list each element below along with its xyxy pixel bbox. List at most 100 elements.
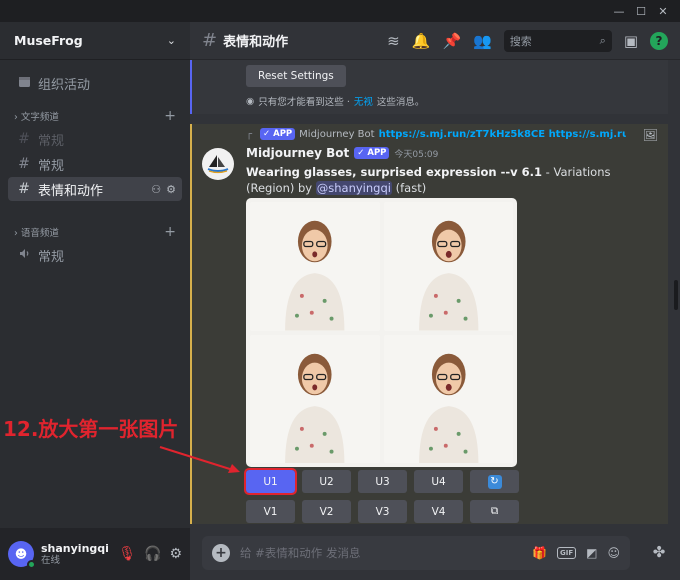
open-web-button[interactable]: ⧉ [470,500,519,523]
sidebar-item-label: 常规 [38,158,65,174]
close-button[interactable]: ✕ [652,3,674,19]
sidebar-item-general-muted[interactable]: # 常规 [8,127,182,151]
speaker-icon [16,247,32,264]
add-channel-icon[interactable]: + [164,224,176,240]
reply-link[interactable]: https://s.mj.run/zT7kHz5k8CE https://s.m… [379,129,626,140]
dismiss-link[interactable]: 无视 [354,94,373,108]
v1-button[interactable]: V1 [246,500,295,523]
message-timestamp: 今天05:09 [394,149,439,160]
category-label: › 文字频道 [14,112,59,123]
channel-header: # 表情和动作 ≋ 🔔 📌 👥 搜索 ⌕ ▣ ? [190,22,680,60]
search-icon: ⌕ [599,33,606,47]
mic-muted-icon[interactable]: 🎙 [118,546,136,562]
u1-button[interactable]: U1 [244,468,297,495]
user-panel: ☻ shanyingqi 在线 🎙 🎧 ⚙ [0,528,190,580]
sidebar-item-voice-general[interactable]: 常规 [8,243,182,267]
v2-button[interactable]: V2 [302,500,351,523]
sidebar-item-label: 常规 [38,249,65,265]
members-icon[interactable]: 👥 [473,32,492,50]
gif-icon[interactable]: GIF [557,547,577,559]
ephemeral-note: ◉ 只有您才能看到这些 · 无视 这些消息。 [246,94,424,109]
server-header[interactable]: MuseFrog ⌄ [0,22,190,60]
reset-settings-button[interactable]: Reset Settings [246,65,346,87]
message-content: Wearing glasses, surprised expression --… [246,164,646,196]
tutorial-annotation: 12.放大第一张图片 [3,417,179,441]
variation-button-row: V1 V2 V3 V4 ⧉ [246,500,519,523]
prompt-text: Wearing glasses, surprised expression --… [246,165,543,179]
highlighted-message: ┌ ✓ APP Midjourney Bot https://s.mj.run/… [190,124,668,524]
server-name: MuseFrog [14,33,83,48]
hash-icon: # [18,131,30,147]
add-channel-icon[interactable]: + [164,108,176,124]
maximize-button[interactable]: ☐ [630,3,652,19]
reply-curve-icon: ┌ [246,128,253,140]
u3-button[interactable]: U3 [358,470,407,493]
message-composer[interactable]: + 给 #表情和动作 发消息 🎁 GIF ◩ ☺ [202,536,630,570]
channel-title: 表情和动作 [223,35,289,50]
u2-button[interactable]: U2 [302,470,351,493]
header-toolbar: ≋ 🔔 📌 👥 搜索 ⌕ ▣ ? [387,29,668,52]
image-grid-attachment[interactable] [246,198,517,467]
grid-image-3 [250,334,380,463]
pin-icon[interactable]: 📌 [442,32,461,50]
help-icon[interactable]: ? [650,31,668,50]
headphones-icon[interactable]: 🎧 [144,546,161,562]
user-status: 在线 [41,554,61,566]
grid-image-1 [250,202,380,331]
v4-button[interactable]: V4 [414,500,463,523]
inbox-icon[interactable]: ▣ [624,32,638,50]
calendar-icon [16,75,32,92]
reply-reference[interactable]: ┌ ✓ APP Midjourney Bot https://s.mj.run/… [246,128,626,140]
bell-icon[interactable]: 🔔 [412,32,431,50]
message-header: Midjourney Bot ✓ APP 今天05:09 [246,146,438,160]
sticker-icon[interactable]: ◩ [586,546,597,560]
grid-image-4 [383,334,513,463]
minimize-button[interactable]: — [608,3,630,19]
app-badge: ✓ APP [260,128,296,140]
category-label: › 语音频道 [14,228,59,239]
window-titlebar: — ☐ ✕ [0,0,680,22]
user-info[interactable]: shanyingqi 在线 [41,542,109,567]
online-status-dot [27,560,36,569]
composer-placeholder: 给 #表情和动作 发消息 [240,546,361,560]
reroll-button[interactable]: ↻ [470,470,519,493]
bot-avatar[interactable] [202,148,234,180]
add-attachment-icon[interactable]: + [212,544,230,562]
sidebar-item-expressions[interactable]: # 表情和动作 ⚇ ⚙ [8,177,182,201]
gift-icon[interactable]: 🎁 [532,546,547,560]
user-mention[interactable]: @shanyingqi [315,181,392,195]
channel-actions: ⚇ ⚙ [151,183,176,196]
gear-icon[interactable]: ⚙ [166,183,176,196]
channel-sidebar: MuseFrog ⌄ 组织活动 › 文字频道 + # 常规 # 常规 # 表情和… [0,22,190,580]
category-text-channels[interactable]: › 文字频道 + [8,107,182,125]
invite-icon[interactable]: ⚇ [151,183,161,196]
hash-icon: # [18,181,30,197]
u4-button[interactable]: U4 [414,470,463,493]
ephemeral-message: Reset Settings ◉ 只有您才能看到这些 · 无视 这些消息。 [190,60,668,114]
reply-author: Midjourney Bot [299,128,375,140]
threads-icon[interactable]: ≋ [387,32,400,50]
sidebar-item-label: 组织活动 [38,77,91,93]
sidebar-item-events[interactable]: 组织活动 [8,71,182,95]
main-panel: # 表情和动作 ≋ 🔔 📌 👥 搜索 ⌕ ▣ ? Reset Settings … [190,22,680,580]
sidebar-item-label: 常规 [38,133,65,149]
gear-icon[interactable]: ⚙ [169,546,182,562]
chevron-down-icon: ⌄ [166,34,176,47]
apps-icon[interactable]: ✤ [648,541,670,563]
emoji-icon[interactable]: ☺ [607,546,620,560]
message-author[interactable]: Midjourney Bot [246,146,349,160]
sidebar-item-general[interactable]: # 常规 [8,152,182,176]
refresh-icon: ↻ [487,474,502,489]
scrollbar-thumb[interactable] [674,280,678,310]
avatar[interactable]: ☻ [8,541,36,569]
category-voice-channels[interactable]: › 语音频道 + [8,223,182,241]
grid-image-2 [383,202,513,331]
open-external-icon: ⧉ [490,505,499,517]
search-input[interactable]: 搜索 ⌕ [503,29,612,52]
midjourney-boat-icon [207,155,229,174]
speed-text: (fast) [391,181,427,195]
upscale-button-row: U1 U2 U3 U4 ↻ [244,468,519,495]
discord-logo-icon: ☻ [14,547,28,561]
hash-icon: # [18,156,30,172]
v3-button[interactable]: V3 [358,500,407,523]
